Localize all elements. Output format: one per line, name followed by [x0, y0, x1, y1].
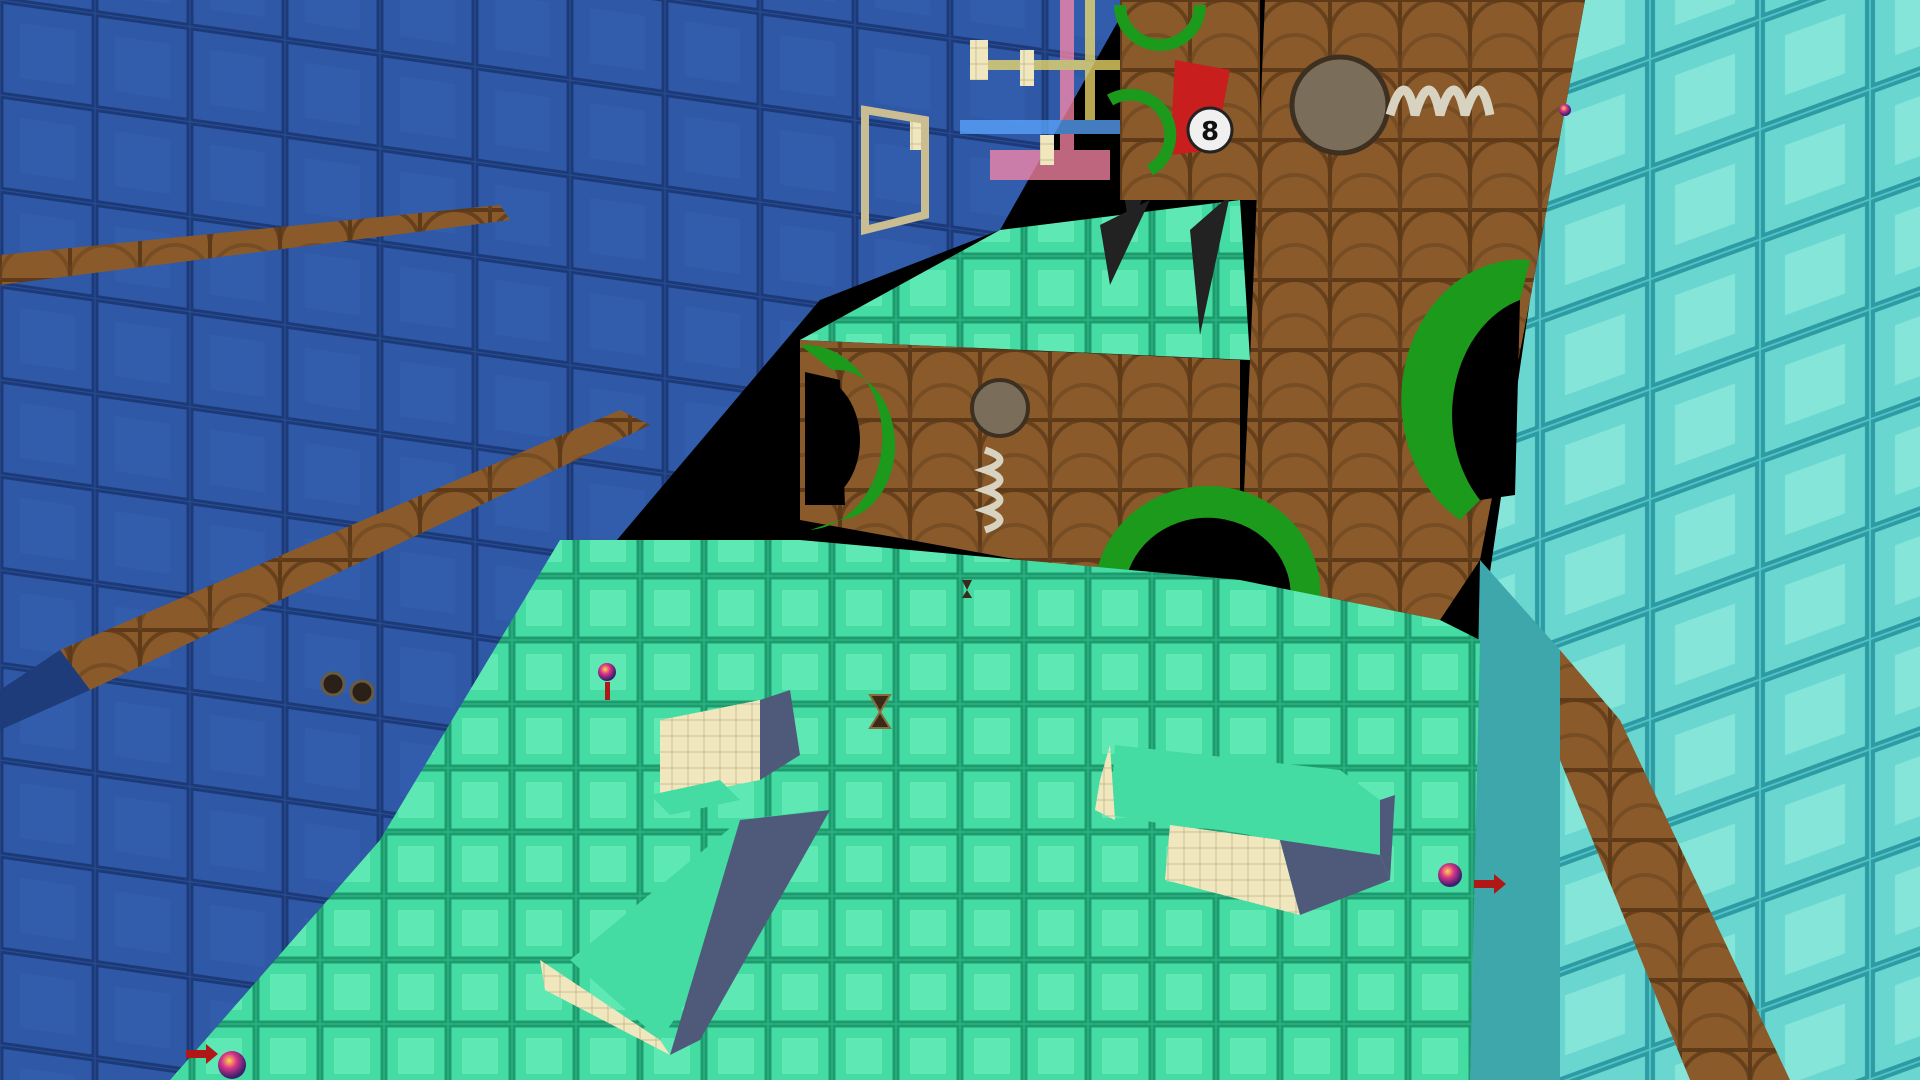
marble-ball[interactable]	[1438, 863, 1462, 887]
distant-tower: 8	[1107, 0, 1260, 200]
scene-svg: 8	[0, 0, 1920, 1080]
marble-ball[interactable]	[1559, 104, 1571, 116]
marble-ball[interactable]	[218, 1051, 246, 1079]
eight-ball-label: 8	[1201, 117, 1219, 147]
game-viewport[interactable]: 8	[0, 0, 1920, 1080]
